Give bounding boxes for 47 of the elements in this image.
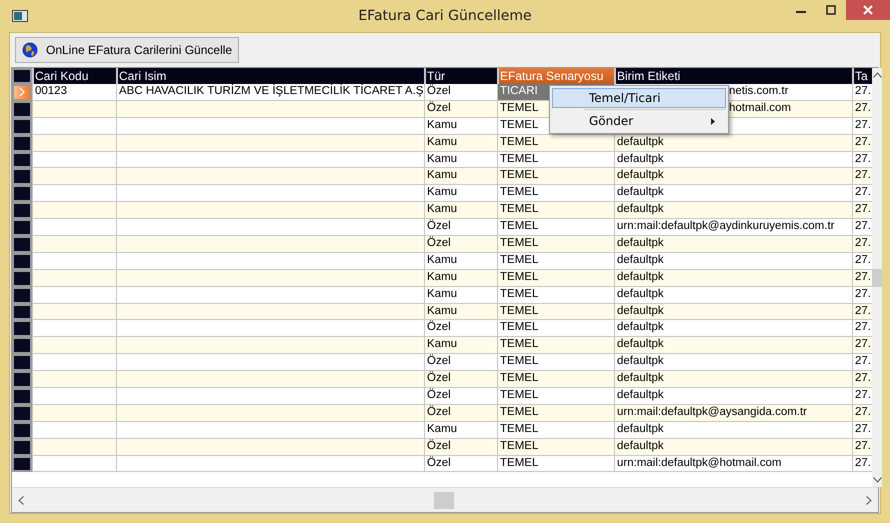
globe-icon: [22, 42, 38, 58]
menu-item[interactable]: Temel/Ticari: [552, 88, 726, 108]
column-header[interactable]: Cari Kodu: [32, 68, 116, 84]
scroll-up-icon[interactable]: [872, 72, 882, 78]
window-title: EFatura Cari Güncelleme: [358, 8, 532, 24]
close-button[interactable]: [846, 0, 890, 20]
row-header[interactable]: [12, 152, 32, 168]
table-cell: TEMEL: [497, 456, 614, 472]
column-header[interactable]: Tür: [424, 68, 497, 84]
column-header[interactable]: Cari Isim: [116, 68, 424, 84]
vertical-scrollbar[interactable]: [872, 68, 882, 487]
row-header[interactable]: [12, 404, 32, 422]
row-header[interactable]: [12, 100, 32, 118]
row-header[interactable]: [12, 202, 32, 220]
row-header[interactable]: [12, 422, 32, 439]
horizontal-scrollbar[interactable]: [12, 487, 878, 512]
row-header[interactable]: [12, 304, 32, 320]
row-header[interactable]: [12, 354, 32, 372]
scroll-down-icon[interactable]: [872, 477, 882, 483]
scroll-right-icon[interactable]: [866, 496, 872, 504]
row-header[interactable]: [12, 286, 32, 304]
row-header[interactable]: [12, 371, 32, 388]
row-header[interactable]: [12, 118, 32, 135]
table-cell: urn:mail:defaultpk@hotmail.com: [614, 456, 852, 472]
scroll-left-icon[interactable]: [18, 496, 24, 504]
column-header[interactable]: Ta: [852, 68, 872, 84]
row-header[interactable]: [12, 337, 32, 354]
row-header[interactable]: [12, 320, 32, 338]
close-icon: [863, 5, 873, 15]
row-header[interactable]: [12, 252, 32, 270]
row-header[interactable]: [12, 438, 32, 456]
update-button[interactable]: OnLine EFatura Carilerini Güncelle: [15, 37, 240, 63]
row-header[interactable]: [12, 185, 32, 202]
row-header[interactable]: [12, 270, 32, 287]
row-header[interactable]: [12, 388, 32, 405]
row-header[interactable]: [12, 456, 32, 472]
row-header[interactable]: [12, 219, 32, 236]
row-header[interactable]: [12, 236, 32, 253]
table-cell: Özel: [424, 456, 497, 472]
column-header[interactable]: Birim Etiketi: [614, 68, 852, 84]
column-header[interactable]: EFatura Senaryosu: [497, 68, 614, 84]
maximize-icon: [826, 5, 836, 15]
scroll-thumb[interactable]: [872, 268, 882, 286]
scroll-thumb[interactable]: [434, 492, 454, 508]
row-header[interactable]: [12, 168, 32, 186]
app-icon: [12, 10, 28, 22]
row-header[interactable]: [12, 134, 32, 152]
